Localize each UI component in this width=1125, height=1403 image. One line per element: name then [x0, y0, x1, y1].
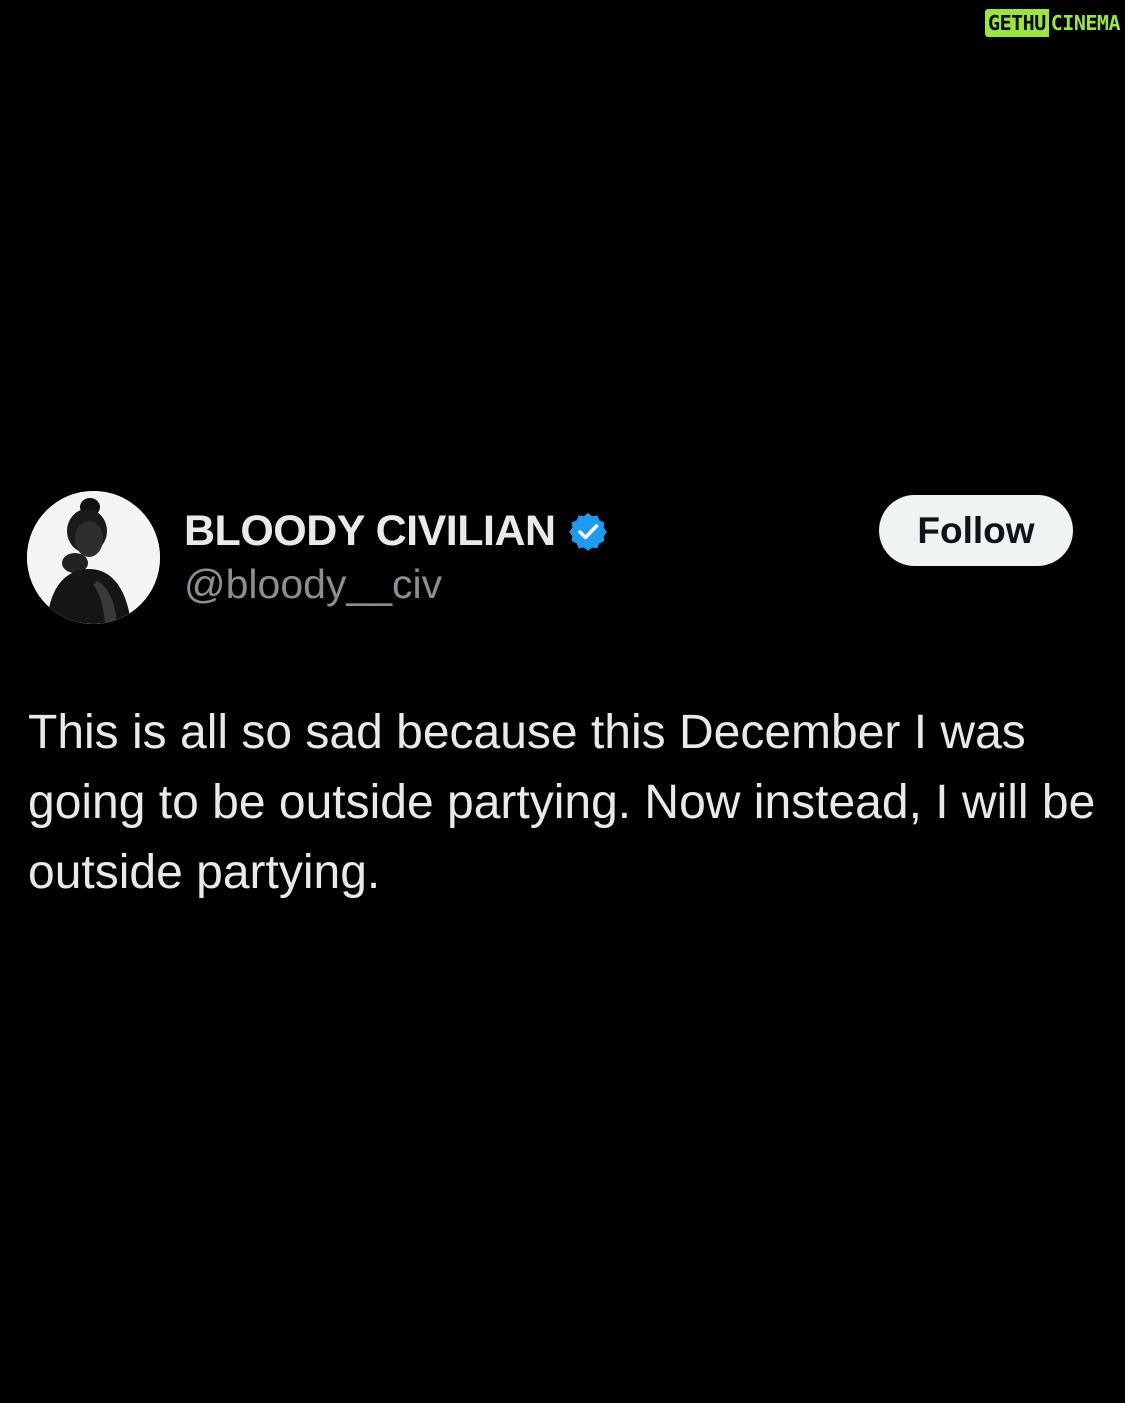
avatar-photo — [27, 491, 160, 624]
user-info: BLOODY CIVILIAN @bloody__civ — [184, 503, 608, 608]
tweet-text: This is all so sad because this December… — [28, 706, 1096, 899]
follow-button[interactable]: Follow — [879, 495, 1073, 566]
tweet-card: BLOODY CIVILIAN @bloody__civ Follow This… — [0, 0, 1125, 1403]
user-handle[interactable]: @bloody__civ — [184, 561, 608, 608]
display-name[interactable]: BLOODY CIVILIAN — [184, 507, 556, 556]
display-name-row: BLOODY CIVILIAN — [184, 503, 608, 559]
avatar[interactable] — [27, 491, 160, 624]
verified-badge-icon — [568, 511, 608, 551]
